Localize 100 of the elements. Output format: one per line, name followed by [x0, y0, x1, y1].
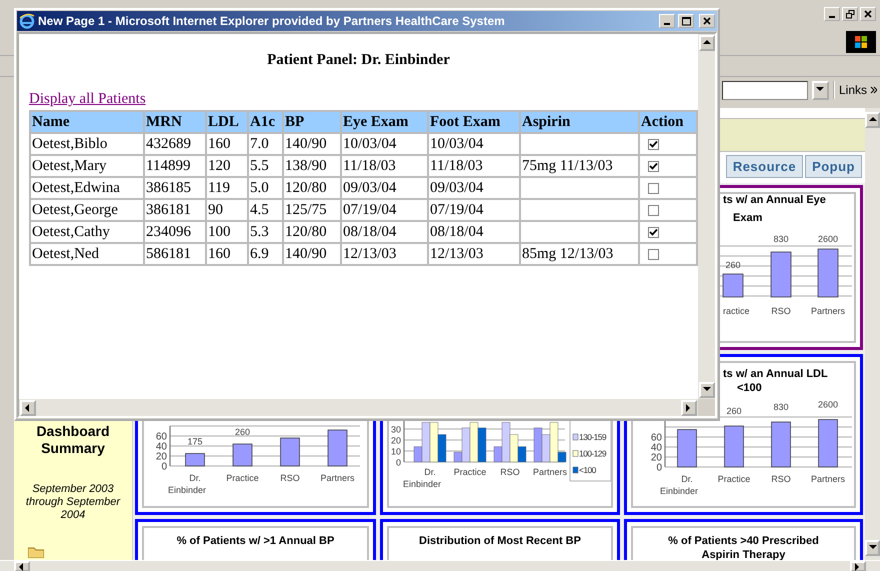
chart-title: ts w/ an Annual Eye	[723, 194, 826, 206]
axis-tick-label: 20	[156, 452, 167, 462]
scroll-up-button[interactable]	[698, 35, 714, 51]
value-label: 260	[726, 406, 742, 416]
table-cell: 09/03/04	[341, 177, 428, 199]
tab[interactable]: Popup	[805, 155, 862, 178]
table-cell: 234096	[144, 221, 206, 243]
action-checkbox[interactable]	[648, 248, 659, 260]
chart-bar	[478, 428, 486, 462]
action-checkbox[interactable]	[648, 160, 659, 172]
maximize-button[interactable]	[678, 14, 694, 28]
restore-icon	[846, 10, 854, 18]
axis-tick-label: 0	[656, 462, 662, 474]
scroll-down-button[interactable]	[865, 540, 880, 556]
column-header: Aspirin	[520, 111, 639, 133]
category-label: Dr. Einbinder	[660, 474, 698, 496]
table-cell: 07/19/04	[341, 199, 428, 221]
table-cell: 85mg 12/13/03	[520, 243, 639, 265]
axis-tick-label: 60	[156, 432, 167, 442]
column-header: LDL	[206, 111, 248, 133]
scroll-right-button[interactable]	[850, 561, 866, 571]
action-checkbox[interactable]	[648, 226, 659, 238]
table-cell: 4.5	[248, 199, 283, 221]
axis-tick-label: 30	[390, 424, 401, 434]
table-cell: 119	[206, 177, 248, 199]
chart-bar	[724, 426, 744, 468]
category-label: Dr. Einbinder	[402, 467, 442, 489]
minimize-button[interactable]	[824, 7, 840, 21]
value-label: 2600	[818, 400, 838, 410]
legend-swatch	[572, 434, 578, 440]
chart-bar	[542, 434, 550, 462]
value-label: 2600	[818, 234, 838, 244]
table-cell: 90	[206, 199, 248, 221]
table-cell: 120/80	[283, 177, 341, 199]
action-checkbox[interactable]	[648, 182, 659, 194]
action-checkbox[interactable]	[648, 204, 659, 216]
table-cell: Oetest,George	[30, 199, 144, 221]
close-icon	[864, 10, 872, 18]
column-header: MRN	[144, 111, 206, 133]
chart-bar	[185, 453, 205, 466]
table-cell: 10/03/04	[341, 133, 428, 155]
logo-icon	[846, 30, 876, 52]
chart-bar	[328, 430, 348, 466]
table-cell: Oetest,Biblo	[30, 133, 144, 155]
value-label: 175	[187, 436, 203, 446]
table-cell: 120	[206, 155, 248, 177]
category-label: Partners	[533, 467, 567, 477]
page-title: Patient Panel: Dr. Einbinder	[266, 52, 451, 69]
chart-bar	[438, 434, 446, 462]
dropdown-button[interactable]	[812, 80, 829, 100]
column-header: Action	[639, 111, 697, 133]
table-cell: 138/90	[283, 155, 341, 177]
close-icon	[703, 17, 711, 25]
display-all-link[interactable]: Display all Patients	[29, 91, 146, 108]
legend-label: 100-129	[579, 448, 606, 458]
scroll-down-button[interactable]	[698, 382, 714, 398]
chart-bar	[818, 419, 838, 468]
table-cell: 432689	[144, 133, 206, 155]
column-header: BP	[283, 111, 341, 133]
table-cell: 5.3	[248, 221, 283, 243]
legend-label: <100	[579, 465, 596, 475]
chart-title: Exam	[733, 212, 762, 224]
chart-title: Aspirin Therapy	[702, 549, 786, 560]
sidebar-title: Dashboard Summary	[35, 423, 111, 457]
chart-bar	[770, 252, 792, 298]
tab[interactable]: Resource	[726, 155, 804, 178]
table-cell: 160	[206, 243, 248, 265]
scroll-left-button[interactable]	[20, 400, 36, 416]
category-label: Partners	[811, 306, 845, 316]
chart-bar	[470, 422, 478, 462]
address-field[interactable]	[722, 80, 808, 100]
action-checkbox[interactable]	[648, 138, 659, 150]
legend-label: 130-159	[579, 432, 606, 442]
folder-icon	[28, 546, 44, 558]
category-label: Practice	[226, 473, 259, 483]
scroll-right-button[interactable]	[681, 400, 697, 416]
links-button[interactable]: Links	[832, 81, 880, 99]
chart-title: % of Patients w/ >1 Annual BP	[176, 535, 334, 547]
axis-tick-label: 20	[390, 436, 401, 446]
chart-bar	[232, 444, 252, 466]
legend-swatch	[572, 450, 578, 457]
table-cell: Oetest,Mary	[30, 155, 144, 177]
close-button[interactable]	[860, 7, 876, 21]
check-icon	[649, 162, 658, 171]
axis-tick-label: 60	[650, 432, 662, 444]
table-cell: 5.0	[248, 177, 283, 199]
minimize-button[interactable]	[659, 14, 675, 28]
scroll-left-button[interactable]	[14, 561, 30, 571]
table-cell: 08/18/04	[428, 221, 520, 243]
table-cell: 12/13/03	[341, 243, 428, 265]
chart-title: ts w/ an Annual LDL	[723, 368, 828, 380]
check-icon	[649, 140, 658, 149]
table-cell: 100	[206, 221, 248, 243]
axis-tick-label: 40	[156, 442, 167, 452]
value-label: 260	[234, 427, 250, 437]
restore-button[interactable]	[842, 7, 858, 21]
table-cell: 5.5	[248, 155, 283, 177]
value-label: 260	[725, 260, 741, 270]
scroll-up-button[interactable]	[865, 112, 880, 128]
close-button[interactable]	[699, 14, 715, 28]
